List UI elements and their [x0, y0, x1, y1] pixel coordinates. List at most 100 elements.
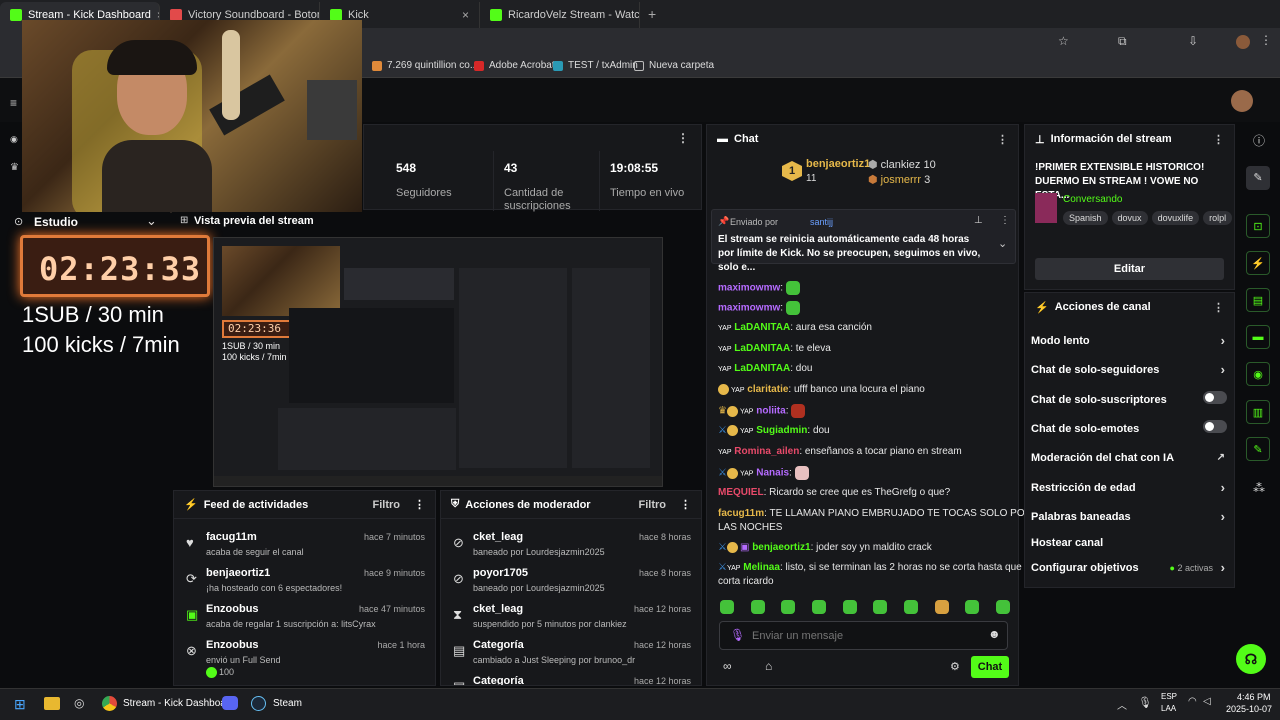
menu-icon[interactable]: ⋮ [1260, 33, 1272, 47]
file-explorer-icon[interactable] [44, 697, 60, 710]
store-icon[interactable]: ⌂ [765, 659, 772, 673]
layout-icon[interactable]: ▥ [1246, 400, 1270, 424]
chat-username[interactable]: Romina_ailen [734, 446, 799, 457]
chat-username[interactable]: maximowmw [718, 283, 780, 294]
action-age-restriction[interactable]: Restricción de edad › [1031, 480, 1227, 495]
bookmark-item[interactable]: Adobe Acrobat [474, 60, 555, 71]
language-code[interactable]: ESP [1161, 692, 1177, 701]
obs-icon[interactable]: ◎ [74, 696, 84, 710]
emote-button[interactable] [750, 600, 765, 614]
star-icon[interactable]: ☆ [1058, 34, 1069, 48]
chat-username[interactable]: claritatie [747, 384, 788, 395]
volume-icon[interactable]: ◁ [1203, 696, 1211, 707]
gear-icon[interactable]: ⚙ [950, 660, 960, 673]
filter-button[interactable]: Filtro [373, 499, 401, 511]
chat-username[interactable]: MEQUIEL [718, 487, 764, 498]
microphone-icon[interactable]: 🎙 [730, 628, 745, 642]
chat-input-box[interactable]: 🎙 ☻ [719, 621, 1008, 650]
pinned-message[interactable]: 📌 Enviado por santijj ⊥ ⋮ El stream se r… [711, 209, 1016, 273]
kicks-icon[interactable]: ∞ [723, 659, 732, 673]
tag[interactable]: dovux [1111, 211, 1148, 225]
emote-button[interactable] [811, 600, 826, 614]
trophy-icon[interactable]: ♛ [10, 162, 19, 173]
emote-button[interactable] [903, 600, 918, 614]
menu-icon[interactable]: ≡ [10, 96, 17, 110]
filter-button[interactable]: Filtro [639, 499, 667, 511]
emote-button[interactable] [995, 600, 1010, 614]
wifi-icon[interactable]: ◠ [1188, 696, 1197, 707]
windows-start-icon[interactable]: ⊞ [14, 696, 26, 713]
chat-username[interactable]: noliita [756, 406, 785, 417]
feed-user[interactable]: Enzoobus [206, 639, 259, 651]
category-name[interactable]: Conversando [1063, 194, 1122, 205]
microphone-icon[interactable]: 🎙 [1138, 696, 1152, 709]
chevron-down-icon[interactable]: ⌄ [146, 213, 157, 229]
more-options-icon[interactable]: ⋮ [997, 133, 1008, 146]
tag[interactable]: dovuxlife [1151, 211, 1200, 225]
feed-user[interactable]: benjaeortiz1 [206, 567, 270, 579]
emote-button[interactable] [781, 600, 796, 614]
feed-user[interactable]: facug11m [206, 531, 257, 543]
mod-user[interactable]: cket_leag [473, 603, 523, 615]
chat-send-button[interactable]: Chat [971, 656, 1009, 678]
studio-selector[interactable]: ⊙ Estudio ⌄ [0, 212, 170, 232]
chat-username[interactable]: facug11m [718, 508, 764, 519]
more-options-icon[interactable]: ⋮ [1213, 301, 1224, 314]
download-icon[interactable]: ⇩ [1188, 34, 1198, 48]
browser-tab[interactable]: RicardoVelz Stream - Watch× [480, 2, 640, 28]
chat-username[interactable]: Nanais [756, 468, 789, 479]
bookmark-item[interactable]: Nueva carpeta [634, 60, 714, 71]
more-options-icon[interactable]: ⋮ [414, 498, 425, 511]
chevron-up-icon[interactable]: ︿ [1117, 697, 1127, 712]
chat-username[interactable]: LaDANITAA [734, 343, 790, 354]
mod-user[interactable]: cket_leag [473, 531, 523, 543]
chat-username[interactable]: LaDANITAA [734, 363, 790, 374]
chat-username[interactable]: benjaeortiz1 [752, 542, 810, 553]
clock-time[interactable]: 4:46 PM [1237, 692, 1271, 702]
gifter-name[interactable]: josmerrr [881, 174, 921, 186]
chat-username[interactable]: Sugiadmin [756, 425, 807, 436]
emote-button[interactable] [873, 600, 888, 614]
edit-icon[interactable]: ✎ [1246, 166, 1270, 190]
pin-icon[interactable]: ⊥ [974, 215, 983, 226]
chat-username[interactable]: LaDANITAA [734, 322, 790, 333]
emote-button[interactable] [934, 600, 949, 614]
mod-user[interactable]: Categoría [473, 639, 524, 651]
apps-icon[interactable]: ⁂ [1253, 481, 1265, 495]
more-options-icon[interactable]: ⋮ [680, 498, 691, 511]
subscribers-only-toggle[interactable] [1203, 391, 1227, 404]
more-options-icon[interactable]: ⋮ [1213, 133, 1224, 146]
tag[interactable]: Spanish [1063, 211, 1108, 225]
pinned-by-user[interactable]: santijj [810, 217, 833, 227]
discord-icon[interactable] [222, 696, 238, 710]
extensions-icon[interactable]: ⧉ [1118, 34, 1127, 49]
taskbar-steam-label[interactable]: Steam [273, 698, 302, 709]
clipboard-icon[interactable]: ▤ [1246, 288, 1270, 312]
emote-button[interactable] [720, 600, 734, 614]
action-followers-only[interactable]: Chat de solo-seguidores › [1031, 362, 1227, 377]
top-gifter-name[interactable]: benjaeortiz1 [806, 158, 870, 170]
mod-user[interactable]: Categoría [473, 675, 524, 685]
feed-user[interactable]: Enzoobus [206, 603, 259, 615]
bookmark-item[interactable]: TEST / txAdmin [553, 60, 638, 71]
bookmark-item[interactable]: 7.269 quintillion co... [372, 60, 478, 71]
close-icon[interactable]: × [462, 8, 469, 22]
more-options-icon[interactable]: ⋮ [1000, 215, 1010, 226]
info-icon[interactable]: ⓘ [1253, 132, 1265, 149]
emote-button[interactable] [965, 600, 980, 614]
support-button[interactable]: ☊ [1236, 644, 1266, 674]
broadcast-icon[interactable]: ◉ [10, 134, 18, 145]
clock-date[interactable]: 2025-10-07 [1226, 704, 1272, 714]
gifter-name[interactable]: clankiez [881, 159, 921, 171]
clip-icon[interactable]: ⊡ [1246, 214, 1270, 238]
user-avatar[interactable] [1231, 90, 1253, 112]
broadcast-icon[interactable]: ◉ [1246, 362, 1270, 386]
taskbar-app-label[interactable]: Stream - Kick Dashboard [123, 698, 235, 709]
action-ai-moderation[interactable]: Moderación del chat con IA ↗ [1031, 452, 1227, 464]
lightning-icon[interactable]: ⚡ [1246, 251, 1270, 275]
keyboard-layout[interactable]: LAA [1161, 704, 1176, 713]
emote-button[interactable] [842, 600, 857, 614]
action-banned-words[interactable]: Palabras baneadas › [1031, 509, 1227, 524]
more-options-icon[interactable]: ⋮ [677, 131, 689, 145]
tag[interactable]: rolpl [1203, 211, 1233, 225]
